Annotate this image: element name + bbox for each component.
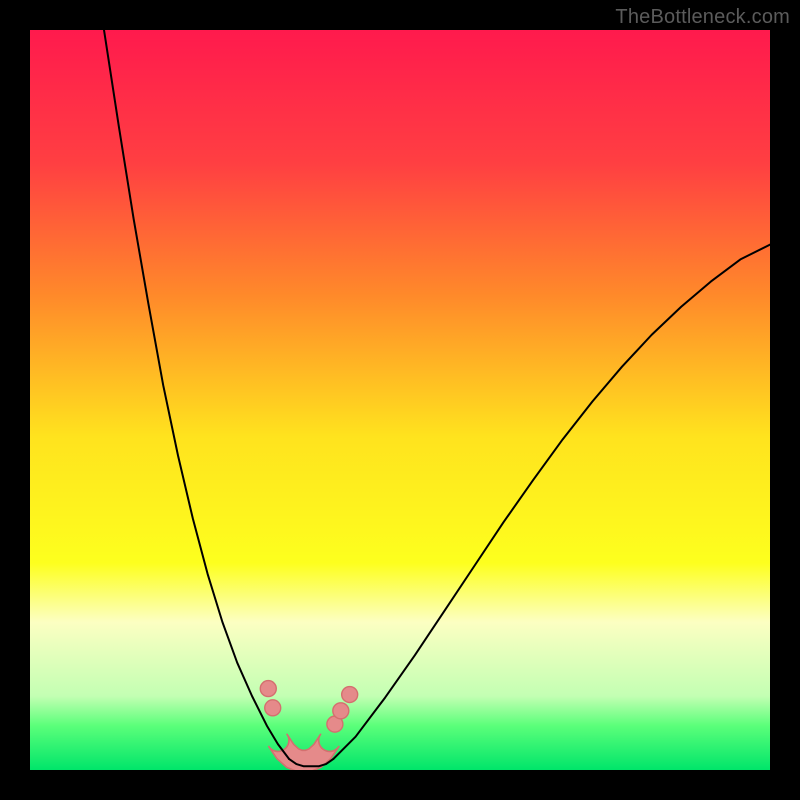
dip-markers-3 xyxy=(333,703,349,719)
chart-frame: TheBottleneck.com xyxy=(0,0,800,800)
watermark: TheBottleneck.com xyxy=(615,6,790,29)
dip-markers-4 xyxy=(342,687,358,703)
dip-markers-0 xyxy=(260,681,276,697)
bottleneck-chart xyxy=(30,30,770,770)
dip-markers-1 xyxy=(265,700,281,716)
chart-svg xyxy=(30,30,770,770)
chart-background xyxy=(30,30,770,770)
